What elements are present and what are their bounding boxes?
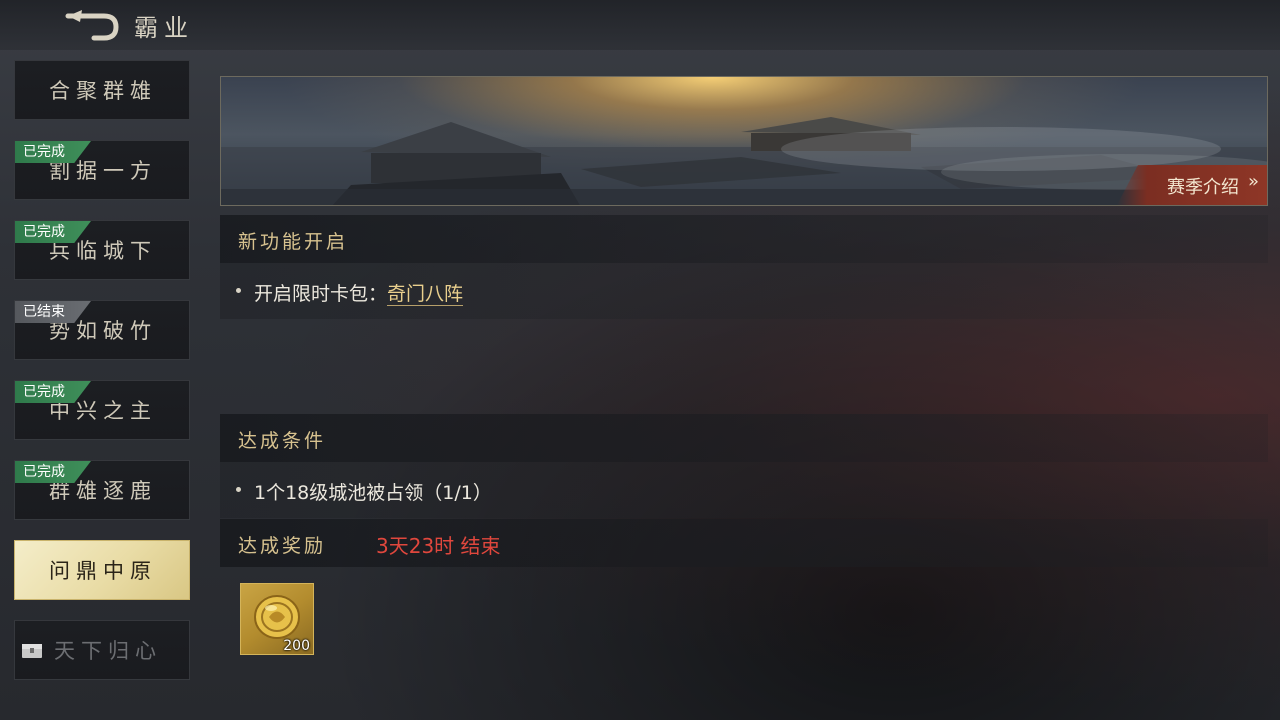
reward-count: 200 [283,638,310,654]
gold-coin-icon [254,595,300,639]
card-pack-link[interactable]: 奇门八阵 [387,283,464,306]
section-title: 达成奖励 [238,535,327,557]
season-intro-label: 赛季介绍 [1167,177,1239,198]
sidebar-item-label: 天下归心 [54,639,162,663]
top-bar: 霸业 [0,0,1280,50]
feature-prefix: 开启限时卡包： [254,283,388,305]
condition-text: 1个18级城池被占领（1/1） [254,482,492,504]
reward-header: 达成奖励 3天23时 结束 [220,519,1268,567]
bullet-icon [236,487,241,492]
season-banner: 赛季介绍 » [220,76,1268,206]
sidebar-item-wending[interactable]: 问鼎中原 [14,540,190,600]
new-feature-header: 新功能开启 [220,215,1268,263]
sidebar-item-qunxiong[interactable]: 群雄逐鹿 已完成 [14,460,190,520]
section-title: 达成条件 [238,430,327,452]
sidebar-item-tianxia[interactable]: 天下归心 [14,620,190,680]
page-title: 霸业 [134,14,194,42]
sidebar-item-geju[interactable]: 割据一方 已完成 [14,140,190,200]
sidebar-item-binglin[interactable]: 兵临城下 已完成 [14,220,190,280]
sidebar: 合聚群雄 割据一方 已完成 兵临城下 已完成 势如破竹 已结束 中兴之主 已完成… [14,60,190,688]
new-feature-text: 开启限时卡包：奇门八阵 [254,279,464,306]
double-chevron-right-icon: » [1247,171,1259,192]
bullet-icon [236,288,241,293]
reward-item[interactable]: 200 [240,583,314,655]
season-intro-button[interactable]: 赛季介绍 » [1117,165,1267,205]
reward-timer: 3天23时 结束 [376,534,501,558]
condition-header: 达成条件 [220,414,1268,462]
back-button[interactable] [64,8,120,42]
sidebar-item-heju[interactable]: 合聚群雄 [14,60,190,120]
palace-illustration [221,117,1267,205]
back-arrow-icon [65,10,119,41]
sidebar-item-label: 问鼎中原 [49,559,157,583]
sidebar-item-shiru[interactable]: 势如破竹 已结束 [14,300,190,360]
condition-row: 1个18级城池被占领（1/1） [220,462,1268,518]
sidebar-item-label: 合聚群雄 [49,79,157,103]
new-feature-row: 开启限时卡包：奇门八阵 [220,263,1268,319]
sidebar-item-zhongxing[interactable]: 中兴之主 已完成 [14,380,190,440]
section-title: 新功能开启 [238,231,349,253]
